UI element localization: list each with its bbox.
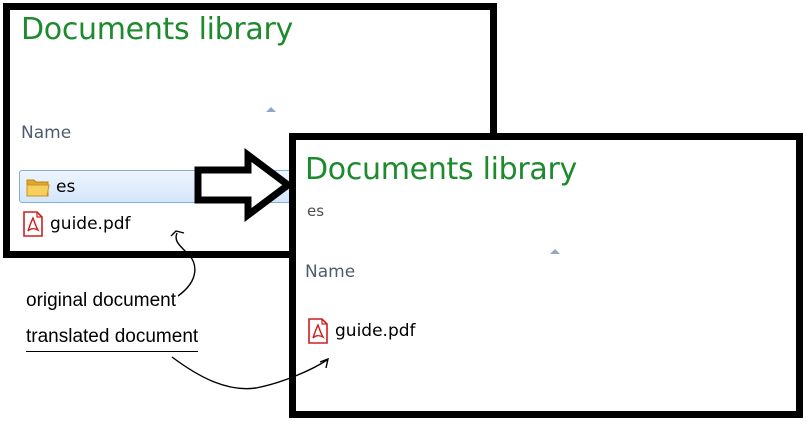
translated-pointer-arrow-icon <box>171 356 328 390</box>
navigate-arrow-icon <box>194 148 294 222</box>
annotation-overlay <box>170 148 329 390</box>
original-pointer-arrow-icon <box>175 232 196 297</box>
